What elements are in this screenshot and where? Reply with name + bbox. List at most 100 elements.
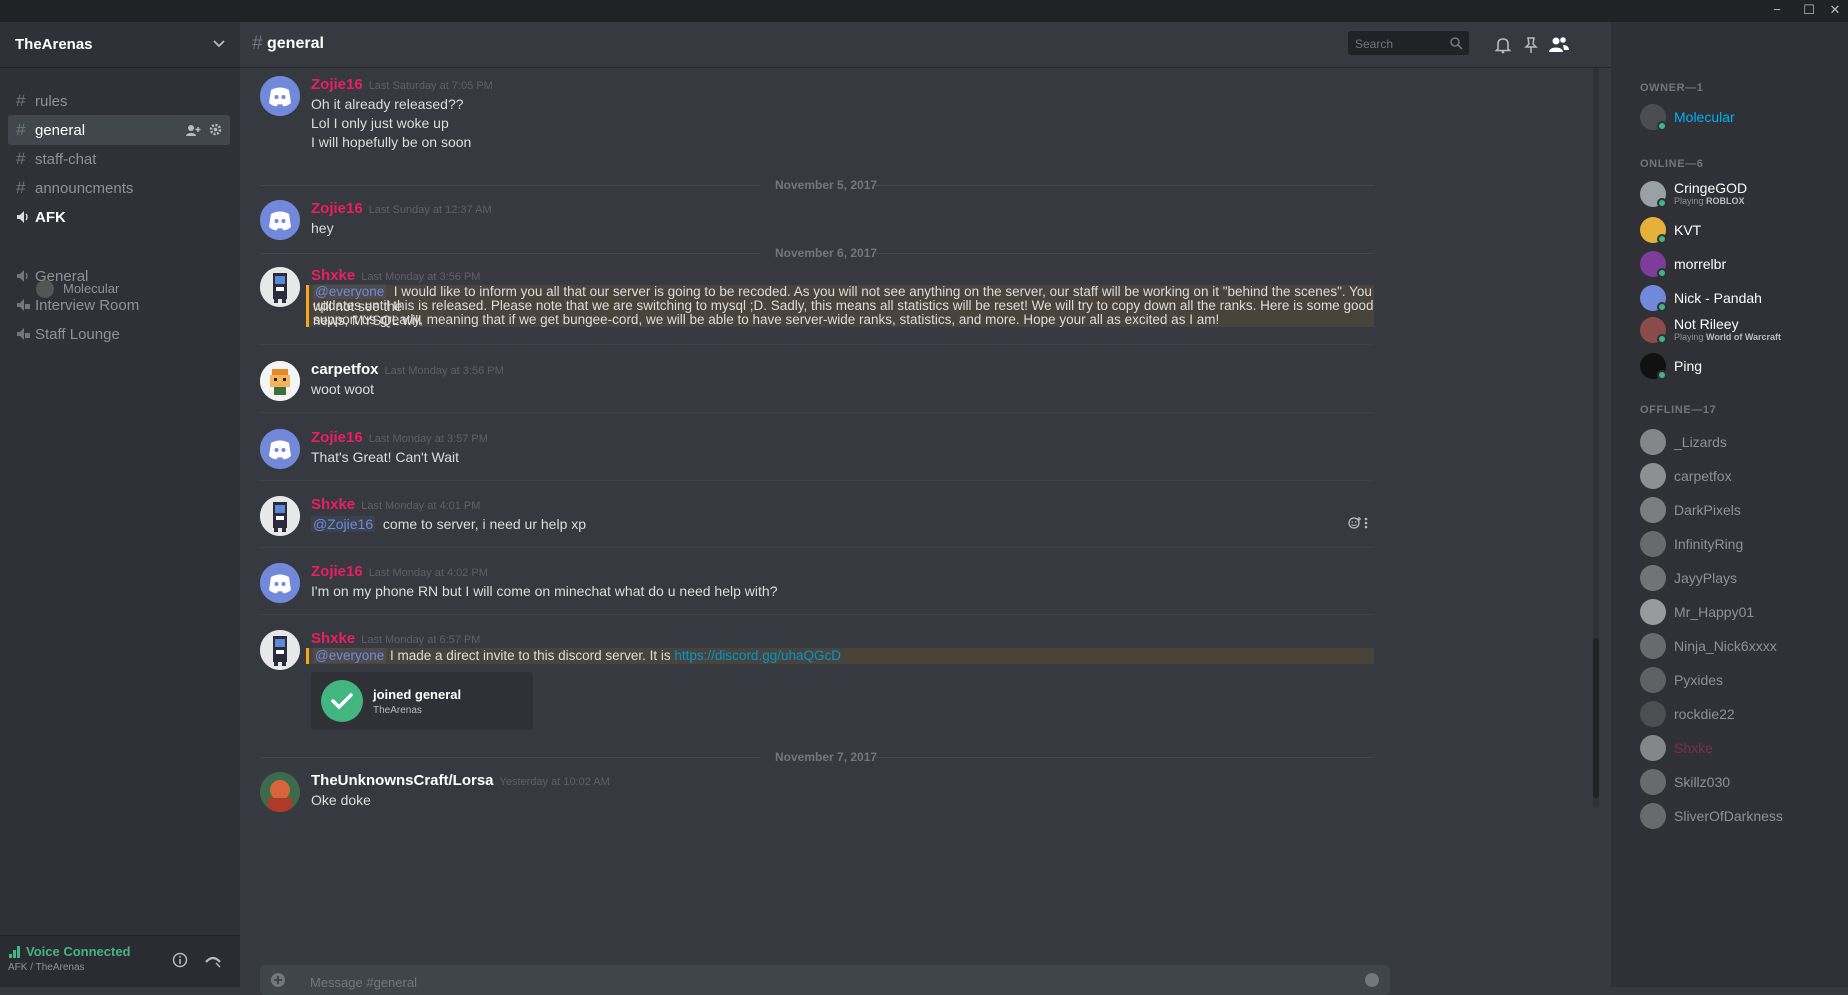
- invite-icon[interactable]: [185, 124, 201, 136]
- minimize-button[interactable]: −: [1764, 0, 1790, 22]
- member-skillz030[interactable]: Skillz030: [1640, 766, 1840, 800]
- channel-rules[interactable]: # rules: [8, 86, 230, 116]
- member-rockdie22[interactable]: rockdie22: [1640, 698, 1840, 732]
- divider-line: [874, 253, 1374, 254]
- window-titlebar: − ☐ ✕: [0, 0, 1848, 22]
- member-infinityring[interactable]: InfinityRing: [1640, 528, 1840, 562]
- guild-header[interactable]: TheArenas: [0, 22, 240, 68]
- avatar-theunknownscraft[interactable]: [260, 772, 300, 812]
- gear-icon[interactable]: [209, 123, 222, 136]
- message-header: Shxke Last Monday at 6:57 PM: [311, 630, 480, 648]
- info-icon[interactable]: [172, 952, 188, 968]
- author-name[interactable]: carpetfox: [311, 361, 379, 378]
- avatar-zojie16[interactable]: [260, 76, 300, 116]
- voice-channel-afk[interactable]: AFK: [8, 202, 230, 232]
- channel-staff-chat[interactable]: # staff-chat: [8, 144, 230, 174]
- member-molecular[interactable]: Molecular: [1640, 101, 1840, 135]
- avatar-carpetfox[interactable]: [260, 361, 300, 401]
- member-kvt[interactable]: KVT: [1640, 214, 1840, 248]
- channel-title: general: [267, 35, 324, 52]
- channel-announcments[interactable]: # announcments: [8, 173, 230, 203]
- join-embed[interactable]: joined general TheArenas: [311, 672, 533, 730]
- close-button[interactable]: ✕: [1822, 0, 1848, 22]
- emoji-icon[interactable]: [1364, 972, 1380, 988]
- pixel-avatar-icon: [260, 630, 300, 670]
- mention-everyone[interactable]: @everyone: [313, 648, 387, 663]
- member-name: carpetfox: [1674, 468, 1732, 484]
- member-mr-happy01[interactable]: Mr_Happy01: [1640, 596, 1840, 630]
- more-options-icon[interactable]: [1363, 516, 1369, 530]
- author-name[interactable]: Zojie16: [311, 429, 363, 446]
- avatar-shxke[interactable]: [260, 267, 300, 307]
- member-pyxides[interactable]: Pyxides: [1640, 664, 1840, 698]
- chat-scrollbar-thumb[interactable]: [1593, 638, 1599, 798]
- add-reaction-icon[interactable]: [1348, 516, 1362, 530]
- message: Zojie16 Last Monday at 3:57 PM That's Gre…: [260, 429, 1590, 469]
- member-name: rockdie22: [1674, 706, 1735, 722]
- member-name: InfinityRing: [1674, 536, 1744, 552]
- author-name[interactable]: Zojie16: [311, 200, 363, 217]
- message-divider: [260, 480, 1374, 481]
- online-status-icon: [1657, 268, 1667, 278]
- bell-icon[interactable]: [1493, 35, 1513, 55]
- upload-icon[interactable]: [270, 972, 286, 988]
- hash-icon: #: [16, 91, 26, 110]
- author-name[interactable]: Shxke: [311, 496, 355, 513]
- search-input[interactable]: Search: [1348, 31, 1469, 55]
- member-list: OWNER—1 Molecular ONLINE—6 CringeGOD Pla…: [1611, 22, 1848, 987]
- author-name[interactable]: TheUnknownsCraft/Lorsa: [311, 772, 494, 789]
- timestamp: Last Monday at 4:01 PM: [361, 500, 481, 512]
- voice-status-subtitle[interactable]: AFK / TheArenas: [8, 962, 85, 973]
- avatar-shxke[interactable]: [260, 630, 300, 670]
- online-status-icon: [1657, 198, 1667, 208]
- avatar-zojie16[interactable]: [260, 200, 300, 240]
- timestamp: Yesterday at 10:02 AM: [499, 776, 610, 788]
- divider-line: [260, 757, 760, 758]
- avatar: [1640, 633, 1666, 659]
- timestamp: Last Saturday at 7:05 PM: [368, 80, 493, 92]
- message-input[interactable]: Message #general: [260, 965, 1390, 995]
- author-name[interactable]: Zojie16: [311, 563, 363, 580]
- member-nick-pandah[interactable]: Nick - Pandah: [1640, 282, 1840, 316]
- member-jayyplays[interactable]: JayyPlays: [1640, 562, 1840, 596]
- message: Zojie16 Last Monday at 4:02 PM I'm on my …: [260, 563, 1590, 603]
- online-status-icon: [1657, 302, 1667, 312]
- voice-channel-staff-lounge[interactable]: Staff Lounge: [8, 319, 230, 349]
- avatar-zojie16[interactable]: [260, 563, 300, 603]
- avatar: [1640, 565, 1666, 591]
- avatar: [1640, 497, 1666, 523]
- member-sliverofdarkness[interactable]: SliverOfDarkness: [1640, 800, 1840, 834]
- member-ninja-nick6xxxx[interactable]: Ninja_Nick6xxxx: [1640, 630, 1840, 664]
- member-lizards[interactable]: _Lizards: [1640, 426, 1840, 460]
- member-darkpixels[interactable]: DarkPixels: [1640, 494, 1840, 528]
- member-shxke[interactable]: Shxke: [1640, 732, 1840, 766]
- author-name[interactable]: Shxke: [311, 267, 355, 284]
- voice-channel-general[interactable]: General: [8, 261, 230, 291]
- member-cringegod[interactable]: CringeGOD Playing ROBLOX: [1640, 178, 1840, 212]
- disconnect-icon[interactable]: [204, 952, 222, 968]
- mention-everyone[interactable]: @everyone: [313, 284, 387, 299]
- member-carpetfox[interactable]: carpetfox: [1640, 460, 1840, 494]
- avatar: [1640, 701, 1666, 727]
- invite-link[interactable]: https://discord.gg/uhaQGcD: [674, 648, 841, 663]
- mention-user[interactable]: @Zojie16: [311, 516, 376, 532]
- member-morrelbr[interactable]: morrelbr: [1640, 248, 1840, 282]
- date-divider: November 6, 2017: [260, 246, 1374, 260]
- pin-icon[interactable]: [1521, 35, 1541, 55]
- author-name[interactable]: Shxke: [311, 630, 355, 647]
- member-not-rileey[interactable]: Not Rileey Playing World of Warcraft: [1640, 314, 1840, 348]
- avatar-shxke[interactable]: [260, 496, 300, 536]
- channel-general[interactable]: # general: [8, 115, 230, 145]
- message-header: Shxke Last Monday at 4:01 PM: [311, 496, 480, 514]
- author-name[interactable]: Zojie16: [311, 76, 363, 93]
- channel-tools: [185, 123, 222, 141]
- speaker-icon: [17, 211, 28, 223]
- avatar-zojie16[interactable]: [260, 429, 300, 469]
- voice-channel-interview-room[interactable]: Interview Room: [8, 290, 230, 320]
- search-icon: [1450, 37, 1463, 50]
- message-divider: [260, 547, 1374, 548]
- member-ping[interactable]: Ping: [1640, 350, 1840, 384]
- maximize-button[interactable]: ☐: [1796, 0, 1822, 22]
- members-icon[interactable]: [1548, 35, 1570, 55]
- member-name: Mr_Happy01: [1674, 604, 1755, 620]
